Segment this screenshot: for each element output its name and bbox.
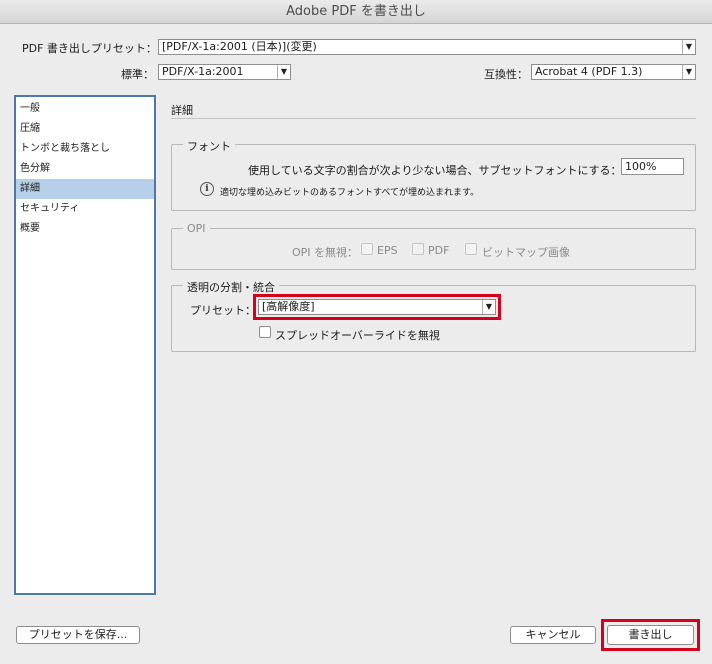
save-preset-button[interactable]: プリセットを保存... — [16, 626, 140, 644]
standard-label: 標準： — [121, 68, 154, 81]
fonts-info-text: 適切な埋め込みビットのあるフォントすべてが埋め込まれます。 — [220, 188, 480, 198]
opi-bitmap-label: ビットマップ画像 — [482, 246, 570, 259]
sidebar-item-output[interactable]: 色分解 — [16, 159, 154, 179]
subset-threshold-input[interactable]: 100% — [621, 158, 684, 175]
chevron-down-icon: ▼ — [682, 65, 695, 79]
ignore-spread-label: スプレッドオーバーライドを無視 — [275, 329, 440, 342]
sidebar-item-general[interactable]: 一般 — [16, 99, 154, 119]
sidebar-item-summary[interactable]: 概要 — [16, 219, 154, 239]
opi-eps-checkbox[interactable] — [361, 243, 373, 255]
flattener-group-title: 透明の分割・統合 — [183, 279, 279, 295]
standard-value: PDF/X-1a:2001 — [162, 65, 244, 78]
info-icon: i — [200, 182, 214, 196]
sidebar-item-compression[interactable]: 圧縮 — [16, 119, 154, 139]
compatibility-value: Acrobat 4 (PDF 1.3) — [535, 65, 643, 78]
subset-threshold-label: 使用している文字の割合が次より少ない場合、サブセットフォントにする： — [248, 164, 622, 177]
cancel-button[interactable]: キャンセル — [510, 626, 596, 644]
flattener-preset-highlight — [253, 294, 501, 320]
standard-select[interactable]: PDF/X-1a:2001 ▼ — [158, 64, 291, 80]
preset-value: [PDF/X-1a:2001 (日本)](変更) — [162, 40, 317, 53]
opi-bitmap-checkbox[interactable] — [465, 243, 477, 255]
sidebar-item-advanced[interactable]: 詳細 — [16, 179, 154, 199]
sidebar-item-marks-bleeds[interactable]: トンボと裁ち落とし — [16, 139, 154, 159]
opi-omit-label: OPI を無視： — [292, 246, 359, 259]
compatibility-label: 互換性： — [484, 68, 528, 81]
chevron-down-icon: ▼ — [277, 65, 290, 79]
opi-group-title: OPI — [183, 222, 210, 235]
opi-pdf-checkbox[interactable] — [412, 243, 424, 255]
sidebar-item-security[interactable]: セキュリティ — [16, 199, 154, 219]
divider — [171, 118, 696, 119]
preset-label: PDF 書き出しプリセット： — [22, 42, 157, 55]
window-title: Adobe PDF を書き出し — [0, 0, 712, 24]
flattener-preset-label: プリセット： — [190, 304, 256, 317]
compatibility-select[interactable]: Acrobat 4 (PDF 1.3) ▼ — [531, 64, 696, 80]
fonts-group-title: フォント — [183, 138, 235, 154]
export-button-highlight — [601, 619, 700, 651]
chevron-down-icon: ▼ — [682, 40, 695, 54]
panel-title: 詳細 — [171, 104, 193, 117]
category-list: 一般 圧縮 トンボと裁ち落とし 色分解 詳細 セキュリティ 概要 — [14, 95, 156, 595]
opi-pdf-label: PDF — [428, 244, 450, 257]
ignore-spread-checkbox[interactable] — [259, 326, 271, 338]
preset-select[interactable]: [PDF/X-1a:2001 (日本)](変更) ▼ — [158, 39, 696, 55]
opi-eps-label: EPS — [377, 244, 398, 257]
